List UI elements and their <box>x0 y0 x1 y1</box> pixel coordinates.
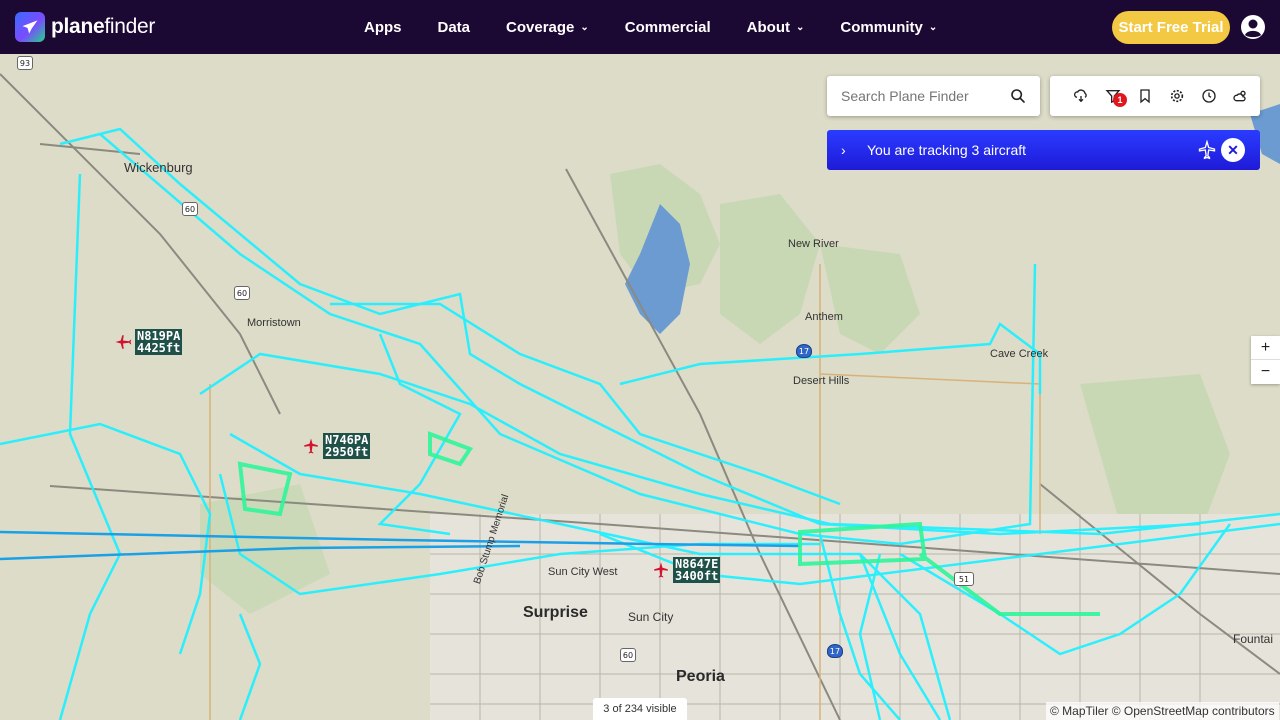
chevron-down-icon: ⌄ <box>580 21 589 33</box>
aircraft-tag: N819PA 4425ft <box>135 329 183 355</box>
place-cave-creek: Cave Creek <box>990 348 1049 360</box>
history-icon <box>1202 89 1216 103</box>
highway-shield-60: 60 <box>182 202 198 216</box>
place-anthem: Anthem <box>805 311 843 323</box>
filter-count-badge: 1 <box>1113 93 1127 107</box>
highway-shield-60: 60 <box>234 286 250 300</box>
place-morristown: Morristown <box>247 317 301 329</box>
place-surprise: Surprise <box>523 604 588 621</box>
place-sun-city-west: Sun City West <box>548 566 618 578</box>
aircraft-marker-n819pa[interactable]: N819PA 4425ft <box>114 329 183 355</box>
settings-button[interactable] <box>1161 76 1193 116</box>
main-nav: Apps Data Coverage ⌄ Commercial About ⌄ Co… <box>364 0 973 54</box>
map-toolbar: 1 <box>1050 76 1260 116</box>
nav-about[interactable]: About ⌄ <box>747 19 805 36</box>
aircraft-marker-n746pa[interactable]: N746PA 2950ft <box>302 433 371 459</box>
bookmark-button[interactable] <box>1129 76 1161 116</box>
cloud-rain-button[interactable] <box>1065 76 1097 116</box>
start-free-trial-button[interactable]: Start Free Trial <box>1112 11 1230 44</box>
history-button[interactable] <box>1193 76 1225 116</box>
zoom-in-button[interactable]: + <box>1251 336 1280 360</box>
zoom-out-button[interactable]: − <box>1251 360 1280 384</box>
nav-coverage[interactable]: Coverage ⌄ <box>506 19 589 36</box>
aircraft-icon <box>115 335 132 349</box>
aircraft-tag: N746PA 2950ft <box>323 433 371 459</box>
highway-shield-51: 51 <box>954 572 974 586</box>
close-tracking-button[interactable]: ✕ <box>1221 138 1245 162</box>
chevron-right-icon[interactable]: › <box>841 142 853 158</box>
place-new-river: New River <box>788 238 839 250</box>
weather-sun-cloud-icon <box>1233 90 1246 102</box>
highway-shield-93: 93 <box>17 56 33 70</box>
top-navigation-bar: planefinder Apps Data Coverage ⌄ Commerci… <box>0 0 1280 54</box>
tracking-status-text: You are tracking 3 aircraft <box>867 142 1027 158</box>
aircraft-icon <box>1198 140 1216 160</box>
nav-data[interactable]: Data <box>438 19 471 36</box>
map-attribution[interactable]: © MapTiler © OpenStreetMap contributors <box>1046 702 1279 720</box>
aircraft-icon <box>654 562 668 578</box>
aircraft-tag: N8647E 3400ft <box>673 557 721 583</box>
place-peoria: Peoria <box>676 668 725 685</box>
weather-button[interactable] <box>1225 76 1257 116</box>
chevron-down-icon: ⌄ <box>928 21 938 33</box>
place-fountain-hills: Fountai <box>1233 632 1274 646</box>
place-wickenburg: Wickenburg <box>124 160 193 175</box>
nav-apps[interactable]: Apps <box>364 19 402 36</box>
brand-name: planefinder <box>51 15 156 38</box>
settings-gear-icon <box>1170 89 1184 103</box>
place-desert-hills: Desert Hills <box>793 375 850 387</box>
filter-button[interactable]: 1 <box>1097 76 1129 116</box>
search-input[interactable] <box>841 88 1001 104</box>
nav-community[interactable]: Community ⌄ <box>840 19 937 36</box>
search-icon[interactable] <box>1010 88 1026 104</box>
aircraft-icon <box>304 438 318 454</box>
interstate-shield-17: 17 <box>827 644 843 658</box>
tracking-bar[interactable]: › You are tracking 3 aircraft ✕ <box>827 130 1260 170</box>
bookmark-icon <box>1140 89 1150 104</box>
highway-shield-60: 60 <box>620 648 636 662</box>
account-icon[interactable] <box>1240 14 1266 40</box>
search-box <box>827 76 1040 116</box>
nav-commercial[interactable]: Commercial <box>625 19 711 36</box>
close-icon: ✕ <box>1227 141 1239 158</box>
zoom-control: + − <box>1251 336 1280 384</box>
plane-logo-icon <box>15 12 45 42</box>
interstate-shield-17: 17 <box>796 344 812 358</box>
cloud-rain-icon <box>1073 89 1087 103</box>
chevron-down-icon: ⌄ <box>795 21 805 33</box>
planefinder-logo[interactable]: planefinder <box>15 12 155 42</box>
visible-aircraft-count: 3 of 234 visible <box>593 698 687 720</box>
place-sun-city: Sun City <box>628 610 674 624</box>
aircraft-marker-n8647e[interactable]: N8647E 3400ft <box>652 557 721 583</box>
